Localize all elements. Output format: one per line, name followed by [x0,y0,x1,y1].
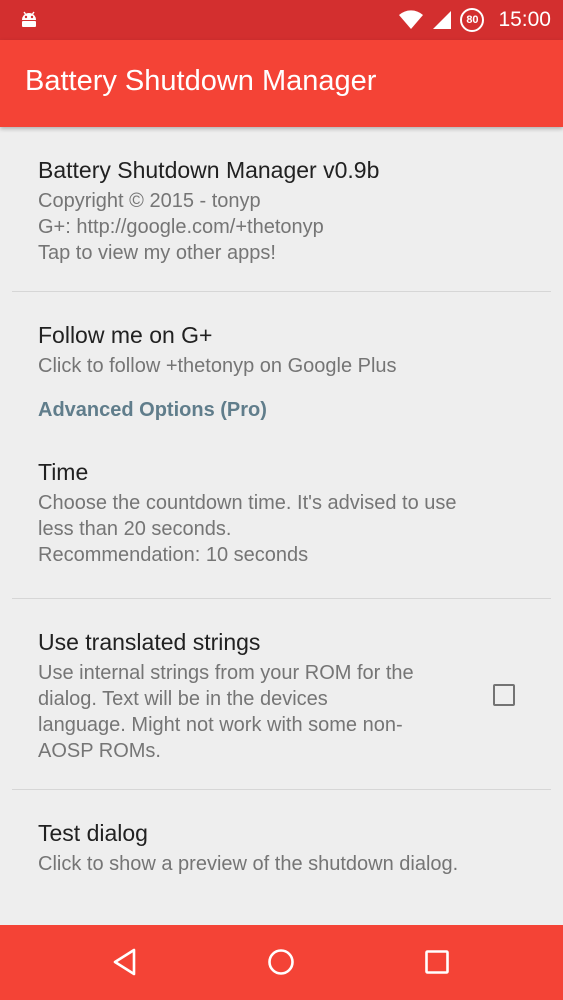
status-clock: 15:00 [498,8,551,31]
pref-translated-summary-line4: AOSP ROMs. [38,740,161,762]
pref-translated-summary-line1: Use internal strings from your ROM for t… [38,662,414,684]
pref-about-gplus: G+: http://google.com/+thetonyp [38,216,324,238]
pref-test-dialog[interactable]: Test dialog Click to show a preview of t… [0,790,563,898]
pref-about[interactable]: Battery Shutdown Manager v0.9b Copyright… [0,127,563,291]
back-icon[interactable] [107,944,143,980]
battery-level: 80 [466,14,479,26]
recents-icon[interactable] [419,944,455,980]
translated-strings-checkbox[interactable] [493,684,515,706]
pref-translated-summary-line2: dialog. Text will be in the devices [38,688,328,710]
pref-time-summary-line1: Choose the countdown time. It's advised … [38,492,457,514]
app-bar: Battery Shutdown Manager [0,40,563,127]
wifi-icon [398,10,424,30]
pref-about-title: Battery Shutdown Manager v0.9b [38,157,380,183]
pref-time[interactable]: Time Choose the countdown time. It's adv… [0,439,563,598]
advanced-options-header: Advanced Options (Pro) [38,399,267,421]
navigation-bar [0,925,563,1000]
pref-follow-title: Follow me on G+ [38,322,213,348]
cellular-signal-icon [432,10,452,30]
pref-test-dialog-summary: Click to show a preview of the shutdown … [38,853,459,875]
pref-follow[interactable]: Follow me on G+ Click to follow +thetony… [0,292,563,391]
pref-translated-title: Use translated strings [38,629,261,655]
home-icon[interactable] [263,944,299,980]
pref-about-other-apps: Tap to view my other apps! [38,242,276,264]
pref-time-title: Time [38,459,89,485]
pref-translated-summary-line3: language. Might not work with some non- [38,714,403,736]
pref-about-copyright: Copyright © 2015 - tonyp [38,190,261,212]
pref-follow-summary: Click to follow +thetonyp on Google Plus [38,355,397,377]
pref-time-summary-line2: less than 20 seconds. [38,518,232,540]
battery-charging-icon: 80 [460,8,485,32]
pref-time-recommendation: Recommendation: 10 seconds [38,544,309,566]
status-bar: 80 15:00 [0,0,563,40]
preferences-list: Battery Shutdown Manager v0.9b Copyright… [0,127,563,925]
pref-test-dialog-title: Test dialog [38,820,148,846]
android-debug-icon [18,9,40,31]
pref-translated-strings[interactable]: Use translated strings Use internal stri… [0,599,563,789]
app-title: Battery Shutdown Manager [25,65,377,97]
